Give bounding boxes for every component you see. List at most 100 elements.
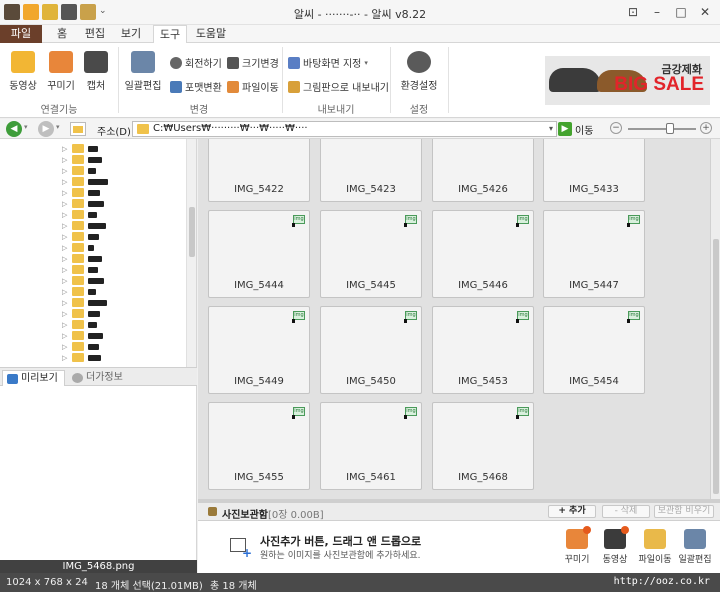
tree-folder-item[interactable]: ▷ <box>62 220 106 231</box>
storage-video-button[interactable]: 동영상 <box>598 526 632 565</box>
tab-view[interactable]: 보기 <box>118 25 144 43</box>
minimize-button[interactable]: – <box>648 4 666 20</box>
resize-button[interactable]: 크기변경 <box>227 55 279 70</box>
tree-folder-item[interactable]: ▷ <box>62 275 104 286</box>
expand-arrow-icon[interactable]: ▷ <box>62 255 68 263</box>
back-button[interactable]: ◀ <box>6 121 22 137</box>
format-convert-button[interactable]: 포맷변환 <box>170 79 222 94</box>
tree-folder-item[interactable]: ▷ <box>62 352 101 363</box>
tab-help[interactable]: 도움말 <box>192 25 230 43</box>
zoom-in-icon[interactable]: + <box>700 122 712 134</box>
photo-storage-dropzone[interactable]: 사진추가 버튼, 드래그 앤 드롭으로 원하는 이미지를 사진보관함에 추가하세… <box>198 521 720 573</box>
thumbnail-item[interactable]: img IMG_5450 <box>320 306 422 394</box>
close-button[interactable]: ✕ <box>696 4 714 20</box>
expand-arrow-icon[interactable]: ▷ <box>62 200 68 208</box>
thumbnail-item[interactable]: img IMG_5445 <box>320 210 422 298</box>
tree-folder-item[interactable]: ▷ <box>62 187 100 198</box>
thumbnail-item[interactable]: img IMG_5461 <box>320 402 422 490</box>
expand-arrow-icon[interactable]: ▷ <box>62 178 68 186</box>
expand-arrow-icon[interactable]: ▷ <box>62 266 68 274</box>
export-clipboard-button[interactable]: 그림판으로 내보내기 <box>288 79 389 94</box>
thumbnail-item[interactable]: IMG_5422 <box>208 139 310 202</box>
history-dropdown-icon[interactable]: ▾ <box>24 123 28 131</box>
expand-arrow-icon[interactable]: ▷ <box>62 310 68 318</box>
zoom-slider[interactable]: − + <box>610 122 714 136</box>
tree-folder-item[interactable]: ▷ <box>62 341 99 352</box>
set-wallpaper-button[interactable]: 바탕화면 지정 ▾ <box>288 55 368 70</box>
expand-arrow-icon[interactable]: ▷ <box>62 354 68 362</box>
tree-folder-item[interactable]: ▷ <box>62 231 99 242</box>
thumbnail-scrollbar[interactable] <box>710 139 720 499</box>
expand-arrow-icon[interactable]: ▷ <box>62 244 68 252</box>
zoom-thumb[interactable] <box>666 123 675 134</box>
forward-button[interactable]: ▶ <box>38 121 54 137</box>
tree-folder-item[interactable]: ▷ <box>62 176 108 187</box>
folder-tree[interactable]: ▷ ▷ ▷ ▷ ▷ ▷ ▷ ▷ ▷ ▷ ▷ ▷ ▷ ▷ ▷ ▷ ▷ ▷ ▷ ▷ <box>0 139 197 367</box>
thumbnail-item[interactable]: img IMG_5454 <box>543 306 645 394</box>
expand-arrow-icon[interactable]: ▷ <box>62 211 68 219</box>
capture-button[interactable]: 캡처 <box>82 51 110 92</box>
thumbnail-item[interactable]: IMG_5426 <box>432 139 534 202</box>
tree-folder-item[interactable]: ▷ <box>62 253 102 264</box>
expand-arrow-icon[interactable]: ▷ <box>62 277 68 285</box>
thumbnail-item[interactable]: img IMG_5449 <box>208 306 310 394</box>
zoom-out-icon[interactable]: − <box>610 122 622 134</box>
thumbnail-item[interactable]: img IMG_5453 <box>432 306 534 394</box>
thumbnail-item[interactable]: IMG_5423 <box>320 139 422 202</box>
thumbnail-item[interactable]: img IMG_5446 <box>432 210 534 298</box>
tab-preview[interactable]: 미리보기 <box>2 370 65 386</box>
tree-scrollbar-thumb[interactable] <box>189 207 195 257</box>
video-button[interactable]: 동영상 <box>6 51 40 92</box>
expand-arrow-icon[interactable]: ▷ <box>62 189 68 197</box>
tree-folder-item[interactable]: ▷ <box>62 209 97 220</box>
storage-batch-edit-button[interactable]: 일괄편집 <box>678 529 712 565</box>
tab-more-info[interactable]: 더가정보 <box>68 370 129 386</box>
tree-folder-item[interactable]: ▷ <box>62 198 104 209</box>
decorate-button[interactable]: 꾸미기 <box>46 51 76 92</box>
ad-banner[interactable]: 금강제화 BIG SALE <box>545 56 710 105</box>
delete-photo-button[interactable]: - 삭제 <box>602 505 650 518</box>
tree-folder-item[interactable]: ▷ <box>62 154 102 165</box>
tree-folder-item[interactable]: ▷ <box>62 330 103 341</box>
up-folder-button[interactable] <box>70 122 86 136</box>
file-move-button[interactable]: 파일이동 <box>227 79 279 94</box>
add-photo-button[interactable]: + 추가 <box>548 505 596 518</box>
expand-arrow-icon[interactable]: ▷ <box>62 156 68 164</box>
tree-folder-item[interactable]: ▷ <box>62 165 96 176</box>
address-dropdown-icon[interactable]: ▾ <box>549 122 553 136</box>
tab-file[interactable]: 파일 <box>0 25 42 43</box>
tree-folder-item[interactable]: ▷ <box>62 286 96 297</box>
thumbnail-item[interactable]: IMG_5433 <box>543 139 645 202</box>
expand-arrow-icon[interactable]: ▷ <box>62 332 68 340</box>
tree-folder-item[interactable]: ▷ <box>62 242 94 253</box>
tree-folder-item[interactable]: ▷ <box>62 319 97 330</box>
thumbnail-item[interactable]: img IMG_5455 <box>208 402 310 490</box>
expand-arrow-icon[interactable]: ▷ <box>62 233 68 241</box>
thumbnail-item[interactable]: img IMG_5468 <box>432 402 534 490</box>
storage-decorate-button[interactable]: 꾸미기 <box>560 526 594 565</box>
layout-icon[interactable]: ⊡ <box>624 4 642 20</box>
storage-file-move-button[interactable]: 파일이동 <box>638 529 672 565</box>
maximize-button[interactable]: □ <box>672 4 690 20</box>
rotate-button[interactable]: 회전하기 <box>170 55 222 70</box>
zoom-track[interactable] <box>628 128 696 130</box>
tree-folder-item[interactable]: ▷ <box>62 308 100 319</box>
tab-tools[interactable]: 도구 <box>153 25 187 44</box>
expand-arrow-icon[interactable]: ▷ <box>62 145 68 153</box>
expand-arrow-icon[interactable]: ▷ <box>62 321 68 329</box>
tree-folder-item[interactable]: ▷ <box>62 297 107 308</box>
batch-edit-button[interactable]: 일괄편집 <box>122 51 164 92</box>
expand-arrow-icon[interactable]: ▷ <box>62 299 68 307</box>
settings-button[interactable]: 환경설정 <box>396 51 442 92</box>
tree-folder-item[interactable]: ▷ <box>62 143 98 154</box>
empty-storage-button[interactable]: 보관함 비우기 <box>654 505 714 518</box>
thumbnail-item[interactable]: img IMG_5444 <box>208 210 310 298</box>
expand-arrow-icon[interactable]: ▷ <box>62 222 68 230</box>
thumbnail-item[interactable]: img IMG_5447 <box>543 210 645 298</box>
expand-arrow-icon[interactable]: ▷ <box>62 288 68 296</box>
expand-arrow-icon[interactable]: ▷ <box>62 167 68 175</box>
tab-edit[interactable]: 편집 <box>82 25 108 43</box>
tree-folder-item[interactable]: ▷ <box>62 264 98 275</box>
tab-home[interactable]: 홈 <box>52 25 72 43</box>
tree-scrollbar[interactable] <box>186 139 196 367</box>
